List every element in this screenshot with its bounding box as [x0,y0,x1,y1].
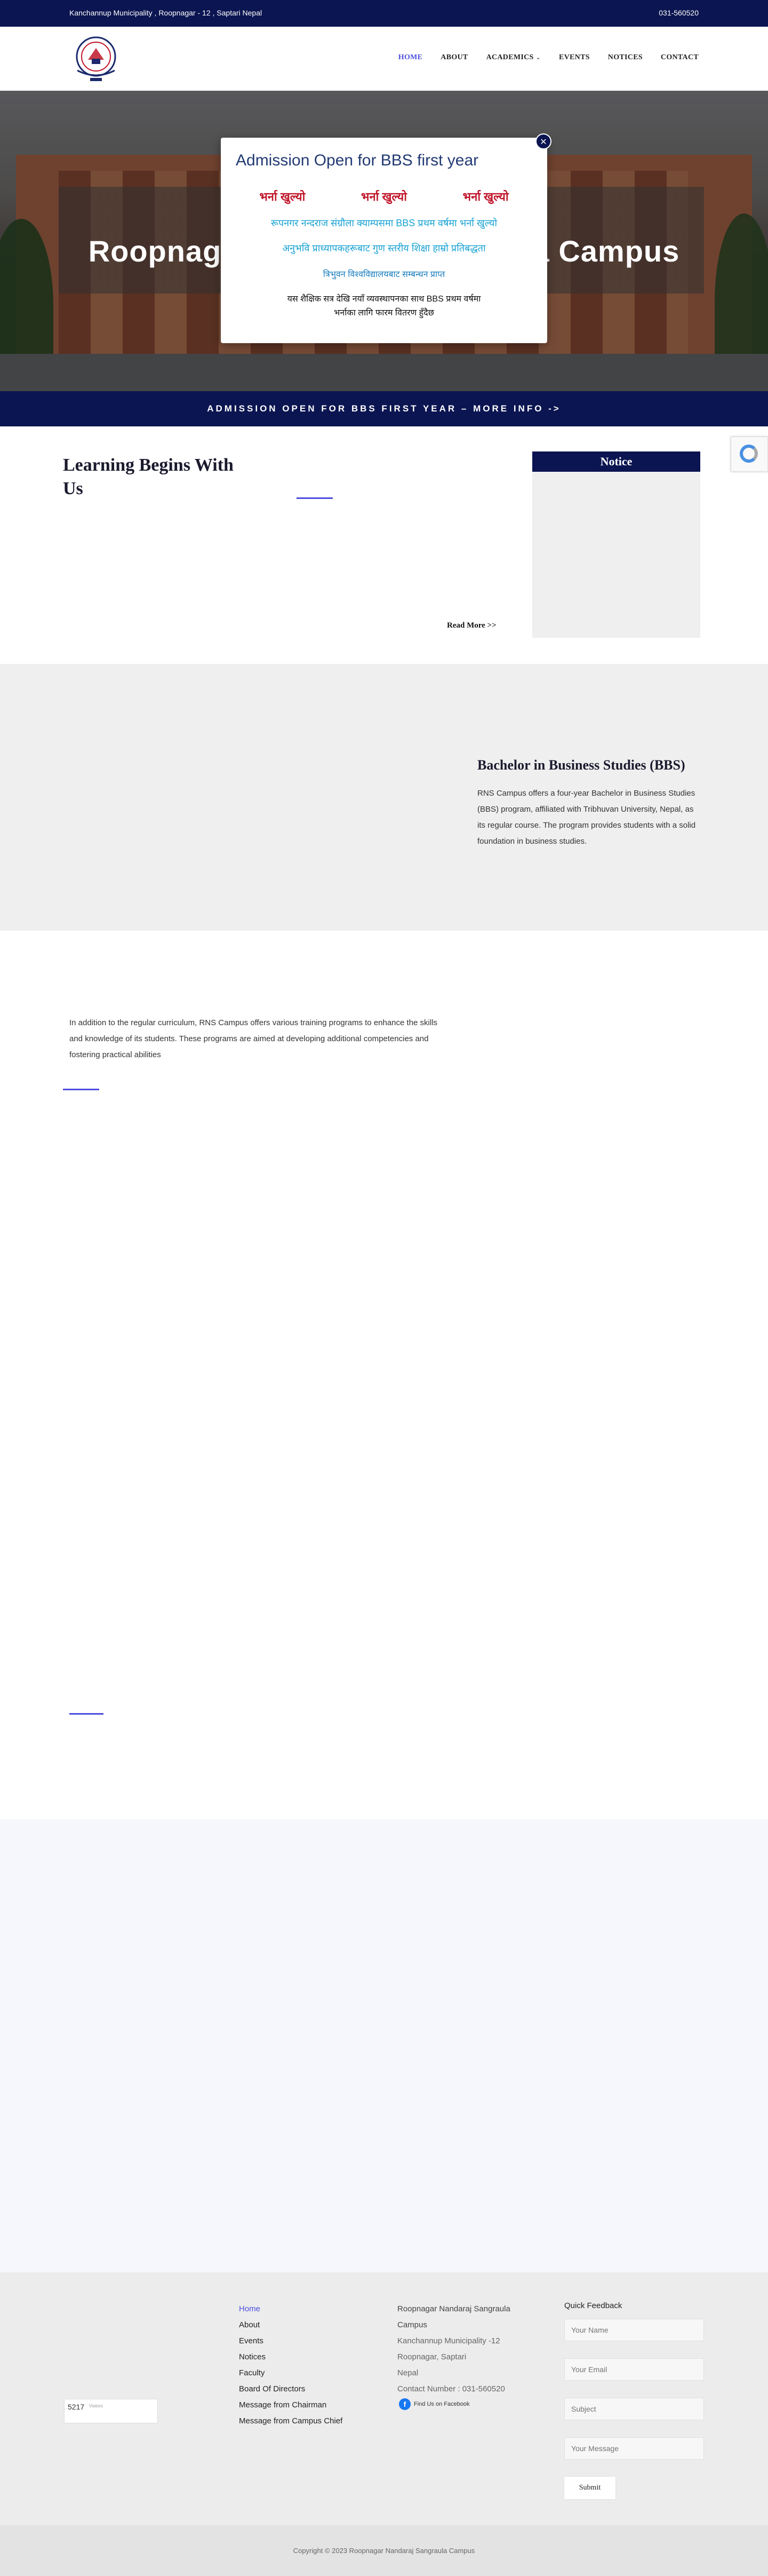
bbs-section: Bachelor in Business Studies (BBS) RNS C… [0,664,768,931]
popup-title: Admission Open for BBS first year [236,152,479,169]
popup-line-1: रूपनगर नन्दराज संग्रौला क्याम्पसमा BBS प… [270,218,498,228]
popup-line-4: यस शैक्षिक सत्र देखि नयाँ व्यवस्थापनका स… [287,295,481,304]
bbs-title: Bachelor in Business Studies (BBS) [477,757,685,773]
admission-popup: ✕ Admission Open for BBS first year भर्न… [221,133,551,343]
nav-academics-label: ACADEMICS [486,53,534,61]
popup-label-3: भर्ना खुल्यो [462,190,509,203]
site-header: HOME ABOUT ACADEMICS ⌄ EVENTS NOTICES CO… [0,27,768,91]
visitor-counter: 5217 Visitors [64,2399,158,2423]
footer-link-faculty[interactable]: Faculty [239,2365,342,2381]
learning-section: Learning Begins With Us Read More >> Not… [0,427,768,664]
feedback-email-input[interactable] [564,2358,704,2381]
section-underline [63,1089,99,1090]
top-address: Kanchannup Municipality , Roopnagar - 12… [69,9,262,17]
feedback-message-input[interactable] [564,2437,704,2460]
recaptcha-badge[interactable] [731,437,768,472]
gallery-section [0,1819,768,2272]
learning-title: Learning Begins With Us [63,455,234,498]
visitor-count-label: Visitors [89,2404,103,2408]
quick-feedback-title: Quick Feedback [564,2301,622,2310]
nav-academics[interactable]: ACADEMICS ⌄ [486,53,541,62]
footer-link-events[interactable]: Events [239,2333,342,2349]
footer-link-board[interactable]: Board Of Directors [239,2381,342,2397]
top-phone[interactable]: 031-560520 [659,9,699,17]
footer-link-chairman[interactable]: Message from Chairman [239,2397,342,2413]
footer-contact-number: Contact Number : 031-560520 [397,2384,505,2393]
bbs-description: RNS Campus offers a four-year Bachelor i… [477,789,696,846]
feedback-submit-button[interactable]: Submit [564,2477,615,2499]
footer-contact: Roopnagar Nandaraj Sangraula Campus Kanc… [397,2301,520,2397]
training-description: In addition to the regular curriculum, R… [69,1018,438,1059]
training-section: In addition to the regular curriculum, R… [0,931,768,1819]
notice-title: Notice [532,451,700,472]
chevron-down-icon: ⌄ [535,54,541,61]
popup-line-3: त्रिभुवन विश्वविद्यालयबाट सम्बन्धन प्राप… [323,270,445,279]
nav-events[interactable]: EVENTS [559,53,590,62]
footer-country: Nepal [397,2368,419,2377]
facebook-icon: f [399,2398,411,2410]
campus-logo[interactable] [67,33,125,84]
footer-link-home[interactable]: Home [239,2301,342,2317]
section-underline [297,497,333,499]
popup-line-2: अनुभवि प्राध्यापकहरूबाट गुण स्तरीय शिक्ष… [282,243,486,253]
footer-link-notices[interactable]: Notices [239,2349,342,2365]
read-more-link[interactable]: Read More >> [447,621,497,630]
nav-home[interactable]: HOME [398,53,423,62]
main-nav: HOME ABOUT ACADEMICS ⌄ EVENTS NOTICES CO… [398,53,699,62]
popup-admission-labels: भर्ना खुल्यो भर्ना खुल्यो भर्ना खुल्यो [221,188,547,204]
popup-line-5: भर्नाका लागि फारम वितरण हुँदैछ [334,308,434,318]
footer-links: Home About Events Notices Faculty Board … [239,2301,342,2429]
copyright-bar: Copyright © 2023 Roopnagar Nandaraj Sang… [0,2525,768,2576]
recaptcha-icon [740,445,758,463]
visitor-count: 5217 [68,2403,85,2411]
footer-link-about[interactable]: About [239,2317,342,2333]
site-footer: 5217 Visitors Home About Events Notices … [0,2272,768,2525]
quick-feedback-form: Quick Feedback Submit [564,2301,704,2499]
footer-address-2: Roopnagar, Saptari [397,2352,467,2361]
close-icon[interactable]: ✕ [535,133,551,149]
footer-address-1: Kanchannup Municipality -12 [397,2336,500,2345]
feedback-name-input[interactable] [564,2319,704,2341]
section-underline [69,1713,103,1715]
nav-notices[interactable]: NOTICES [608,53,643,62]
nav-about[interactable]: ABOUT [441,53,468,62]
feedback-subject-input[interactable] [564,2398,704,2420]
admission-ticker[interactable]: ADMISSION OPEN FOR BBS FIRST YEAR – MORE… [0,391,768,426]
notice-box: Notice [532,451,700,638]
popup-label-2: भर्ना खुल्यो [361,190,407,203]
facebook-label: Find Us on Facebook [414,2401,470,2407]
nav-contact[interactable]: CONTACT [661,53,699,62]
footer-link-campus-chief[interactable]: Message from Campus Chief [239,2413,342,2429]
footer-campus-name: Roopnagar Nandaraj Sangraula Campus [397,2304,510,2329]
popup-label-1: भर्ना खुल्यो [259,190,306,203]
facebook-link[interactable]: f Find Us on Facebook [399,2398,470,2410]
top-bar: Kanchannup Municipality , Roopnagar - 12… [0,0,768,27]
